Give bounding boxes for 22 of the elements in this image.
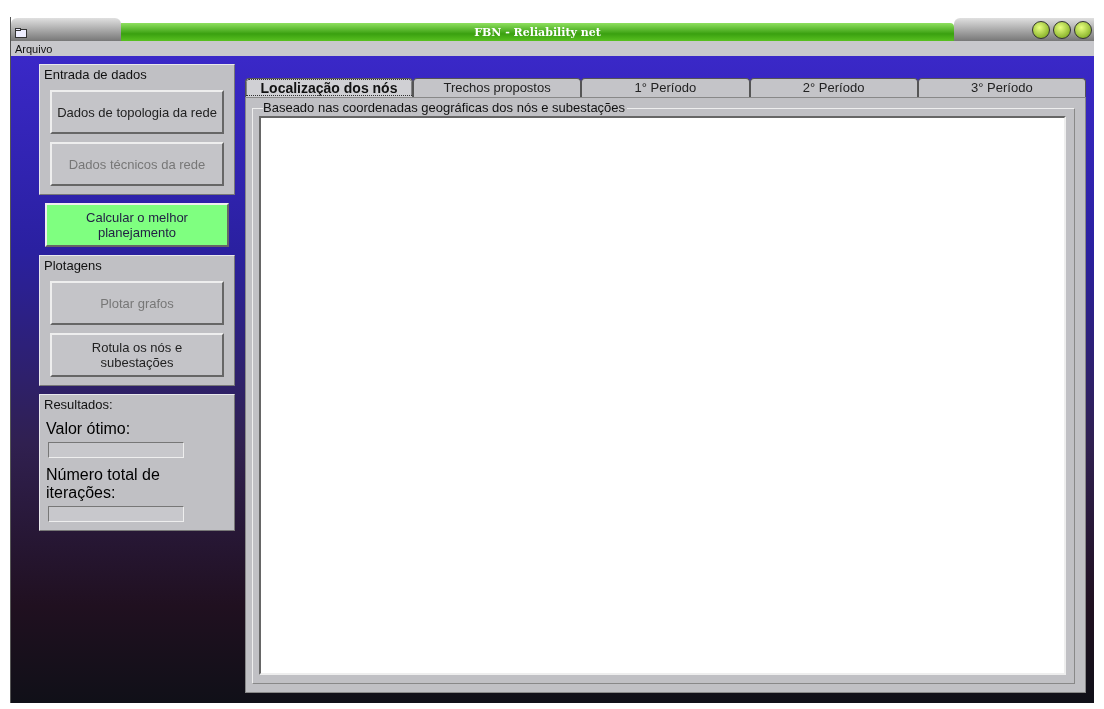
window-control-button[interactable]	[1074, 20, 1092, 39]
folder-icon[interactable]	[15, 28, 27, 38]
input-field[interactable]	[48, 506, 184, 522]
field-label: Valor ótimo:	[46, 420, 132, 438]
button[interactable]: Rotula os nós e subestações	[50, 333, 224, 377]
group-title: Resultados:	[44, 397, 114, 412]
window-title: FBN - Reliability net	[474, 25, 601, 39]
group-title: Baseado nas coordenadas geográficas dos nós e subestações	[263, 100, 628, 115]
tab[interactable]: Trechos propostos	[413, 78, 582, 97]
button[interactable]: Dados de topologia da rede	[50, 90, 224, 134]
menu-item[interactable]: Arquivo	[15, 42, 53, 55]
group-title: Plotagens	[44, 258, 103, 273]
input-field[interactable]	[48, 442, 184, 458]
tab[interactable]: 3° Período	[917, 78, 1086, 97]
window-control-button[interactable]	[1032, 20, 1050, 39]
group-title: Entrada de dados	[44, 67, 148, 82]
button[interactable]: Calcular o melhor planejamento	[45, 203, 229, 247]
tab[interactable]: Localização dos nós	[245, 78, 413, 97]
tab[interactable]: 2° Período	[749, 78, 918, 97]
tab[interactable]: 1° Período	[581, 78, 750, 97]
window-control-button[interactable]	[1053, 20, 1071, 39]
field-label: Número total de iterações:	[46, 466, 161, 502]
